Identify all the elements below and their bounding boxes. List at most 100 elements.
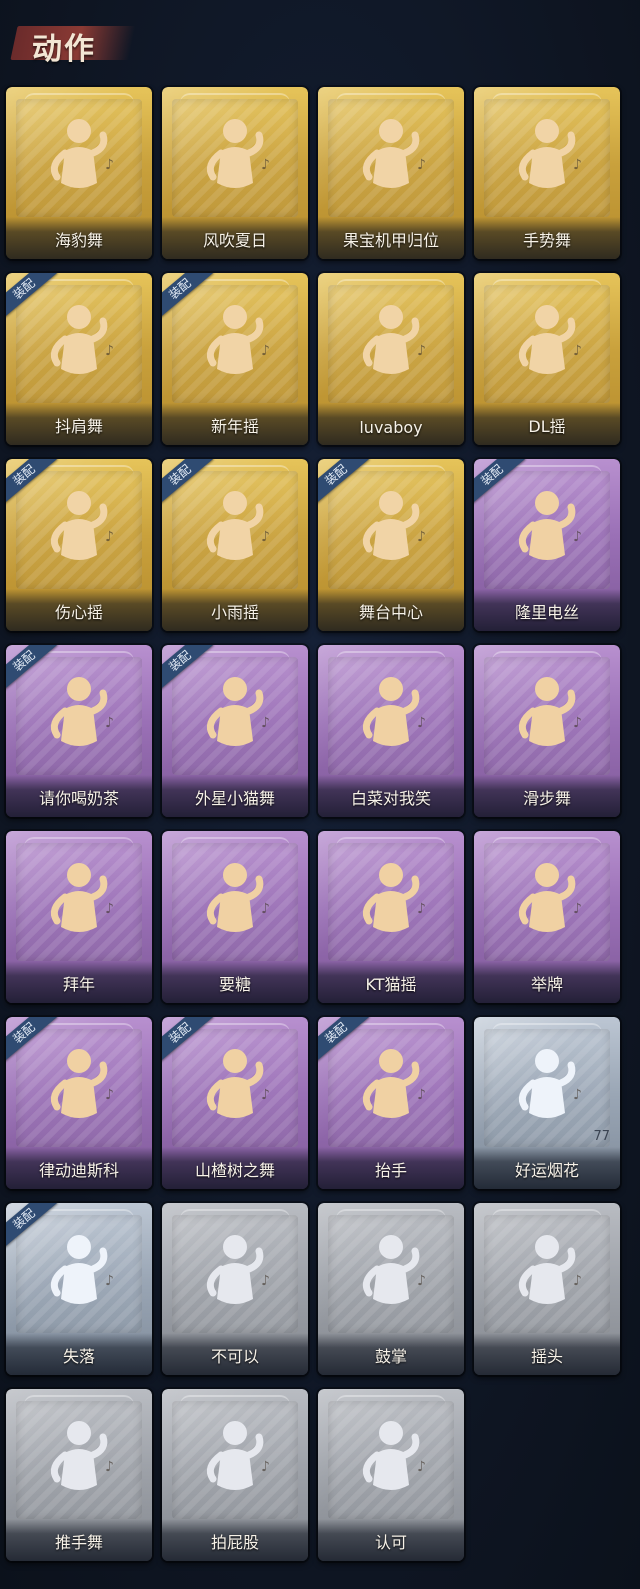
robot-pose-icon: ♪ [362, 119, 426, 188]
page-title: 动作 [32, 32, 96, 67]
svg-text:♪: ♪ [573, 157, 582, 173]
heart-hands-icon: ♪ [50, 491, 114, 560]
emote-card[interactable]: ♪ 装配 律动迪斯科 [6, 1017, 152, 1189]
svg-text:♪: ♪ [417, 901, 426, 917]
emote-name: KT猫摇 [365, 975, 417, 994]
emote-card[interactable]: ♪ 装配 隆里电丝 [474, 459, 620, 631]
crawl-sad-icon: ♪ [50, 1235, 114, 1304]
svg-text:♪: ♪ [573, 1273, 582, 1289]
new-year-shake-icon: ♪ [206, 305, 270, 374]
emote-name: 白菜对我笑 [350, 789, 431, 808]
emote-card[interactable]: ♪ 要糖 [162, 831, 308, 1003]
emote-card[interactable]: ♪ 装配 失落 [6, 1203, 152, 1375]
svg-text:♪: ♪ [105, 157, 114, 173]
svg-text:♪: ♪ [417, 343, 426, 359]
emote-card[interactable]: ♪ 推手舞 [6, 1389, 152, 1561]
emote-card[interactable]: ♪ 风吹夏日 [162, 87, 308, 259]
emote-name: 果宝机甲归位 [342, 231, 439, 250]
svg-text:♪: ♪ [105, 1087, 114, 1103]
emote-name: 抖肩舞 [54, 417, 103, 436]
slide-step-icon: ♪ [518, 677, 582, 746]
emote-name: 山楂树之舞 [194, 1161, 275, 1180]
emote-card[interactable]: ♪ KT猫摇 [318, 831, 464, 1003]
emote-card[interactable]: ♪ 装配 舞台中心 [318, 459, 464, 631]
emote-name: 风吹夏日 [202, 231, 267, 250]
emote-card[interactable]: ♪ 装配 小雨摇 [162, 459, 308, 631]
svg-text:♪: ♪ [417, 1459, 426, 1475]
stage-center-icon: ♪ [362, 491, 426, 560]
emote-card[interactable]: ♪ DL摇 [474, 273, 620, 445]
emote-name: 要糖 [218, 975, 251, 994]
emote-card[interactable]: ♪ 装配 抖肩舞 [6, 273, 152, 445]
emote-card[interactable]: ♪ 鼓掌 [318, 1203, 464, 1375]
emote-name: 小雨摇 [210, 603, 259, 622]
emote-name: 外星小猫舞 [194, 789, 275, 808]
emote-card[interactable]: ♪ 举牌 [474, 831, 620, 1003]
emote-card[interactable]: ♪ 果宝机甲归位 [318, 87, 464, 259]
svg-text:♪: ♪ [417, 529, 426, 545]
disco-icon: ♪ [50, 1049, 114, 1118]
emote-card[interactable]: ♪ 手势舞 [474, 87, 620, 259]
svg-text:♪: ♪ [261, 901, 270, 917]
emote-name: 失落 [62, 1347, 95, 1366]
emote-card[interactable]: ♪ 装配 外星小猫舞 [162, 645, 308, 817]
emote-card[interactable]: ♪ 滑步舞 [474, 645, 620, 817]
emote-name: 认可 [374, 1533, 407, 1552]
svg-text:♪: ♪ [573, 715, 582, 731]
emote-name: 隆里电丝 [514, 603, 579, 622]
emote-name: 拍屁股 [210, 1533, 259, 1552]
emote-card[interactable]: ♪ 不可以 [162, 1203, 308, 1375]
svg-text:♪: ♪ [261, 1273, 270, 1289]
dance-pose-icon: ♪ [50, 119, 114, 188]
emote-card[interactable]: ♪ 认可 [318, 1389, 464, 1561]
emote-card[interactable]: ♪ 白菜对我笑 [318, 645, 464, 817]
svg-text:♪: ♪ [261, 529, 270, 545]
emote-name: 推手舞 [54, 1533, 103, 1552]
section-header: 动作 [10, 18, 136, 67]
svg-text:♪: ♪ [105, 901, 114, 917]
svg-text:♪: ♪ [417, 715, 426, 731]
emote-card[interactable]: ♪ 装配 抬手 [318, 1017, 464, 1189]
svg-text:♪: ♪ [417, 157, 426, 173]
pointing-dance-icon: ♪ [518, 491, 582, 560]
push-hand-icon: ♪ [50, 1421, 114, 1490]
emote-card[interactable]: ♪ 拍屁股 [162, 1389, 308, 1561]
emote-name: 舞台中心 [358, 603, 423, 622]
svg-text:♪: ♪ [105, 1459, 114, 1475]
svg-text:♪: ♪ [105, 715, 114, 731]
emote-card[interactable]: ♪ 摇头 [474, 1203, 620, 1375]
emote-name: 伤心摇 [54, 603, 103, 622]
greeting-bow-icon: ♪ [50, 863, 114, 932]
emote-name: 不可以 [210, 1347, 259, 1366]
emote-card[interactable]: ♪ luvaboy [318, 273, 464, 445]
emote-card[interactable]: ♪ 装配 请你喝奶茶 [6, 645, 152, 817]
svg-text:♪: ♪ [261, 343, 270, 359]
ask-candy-icon: ♪ [206, 863, 270, 932]
svg-text:♪: ♪ [417, 1273, 426, 1289]
svg-text:♪: ♪ [261, 157, 270, 173]
emote-card[interactable]: ♪ 拜年 [6, 831, 152, 1003]
svg-text:♪: ♪ [573, 529, 582, 545]
emote-name: 请你喝奶茶 [38, 789, 119, 808]
music-pose-icon: ♪ [206, 119, 270, 188]
emote-card[interactable]: ♪ 装配 伤心摇 [6, 459, 152, 631]
emote-card[interactable]: ♪ 海豹舞 [6, 87, 152, 259]
emote-card[interactable]: ♪ 77 好运烟花 [474, 1017, 620, 1189]
hand-gesture-icon: ♪ [518, 119, 582, 188]
thumbs-up-icon: ♪ [362, 1421, 426, 1490]
kt-cat-shake-icon: ♪ [362, 863, 426, 932]
luvaboy-pose-icon: ♪ [362, 305, 426, 374]
emote-card[interactable]: ♪ 装配 新年摇 [162, 273, 308, 445]
shoulder-shake-icon: ♪ [50, 305, 114, 374]
svg-text:♪: ♪ [261, 715, 270, 731]
head-shake-icon: ♪ [518, 1235, 582, 1304]
svg-text:♪: ♪ [105, 343, 114, 359]
rain-dance-icon: ♪ [206, 491, 270, 560]
svg-text:♪: ♪ [261, 1459, 270, 1475]
item-count: 77 [593, 1129, 610, 1144]
emote-name: 摇头 [530, 1347, 563, 1366]
emote-name: 滑步舞 [522, 789, 571, 808]
clap-icon: ♪ [362, 1235, 426, 1304]
svg-text:♪: ♪ [261, 1087, 270, 1103]
emote-card[interactable]: ♪ 装配 山楂树之舞 [162, 1017, 308, 1189]
